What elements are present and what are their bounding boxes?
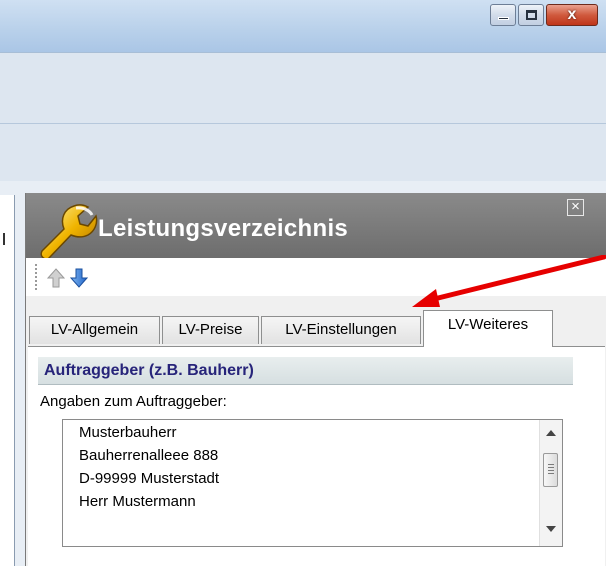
textarea-line: Bauherrenalleee 888 bbox=[79, 447, 219, 464]
document-cursor-mark bbox=[3, 233, 5, 245]
textarea-scrollbar[interactable] bbox=[539, 420, 562, 546]
toolbar-grip[interactable] bbox=[35, 264, 37, 290]
panel-header: Leistungsverzeichnis × bbox=[26, 193, 606, 259]
textarea-line: D-99999 Musterstadt bbox=[79, 470, 220, 487]
arrow-up-icon[interactable] bbox=[46, 267, 66, 289]
panel-close-button[interactable]: × bbox=[567, 199, 584, 216]
document-edge bbox=[0, 195, 15, 566]
window-titlebar: x bbox=[0, 0, 606, 52]
leistungsverzeichnis-panel: Leistungsverzeichnis × LV-Allgemein LV-P… bbox=[25, 193, 606, 567]
textarea-line: Musterbauherr bbox=[79, 424, 177, 441]
panel-title: Leistungsverzeichnis bbox=[98, 215, 349, 242]
group-header-auftraggeber: Auftraggeber (z.B. Bauherr) bbox=[38, 357, 573, 385]
scroll-down-arrow-icon[interactable] bbox=[546, 526, 556, 532]
ribbon-divider bbox=[0, 123, 606, 124]
close-window-button[interactable]: x bbox=[546, 4, 598, 26]
arrow-down-icon[interactable] bbox=[69, 267, 89, 289]
field-label-auftraggeber: Angaben zum Auftraggeber: bbox=[40, 393, 227, 410]
tab-content-lv-weiteres: Auftraggeber (z.B. Bauherr) Angaben zum … bbox=[28, 346, 605, 567]
annotation-arrow-icon bbox=[412, 255, 606, 307]
tab-lv-allgemein[interactable]: LV-Allgemein bbox=[29, 316, 160, 344]
ribbon-area bbox=[0, 52, 606, 181]
caption-buttons: x bbox=[488, 4, 598, 30]
auftraggeber-textarea[interactable]: Musterbauherr Bauherrenalleee 888 D-9999… bbox=[62, 419, 563, 547]
textarea-line: Herr Mustermann bbox=[79, 493, 196, 510]
thumb-grip-icon bbox=[548, 464, 554, 475]
close-icon: x bbox=[567, 6, 577, 23]
maximize-button[interactable] bbox=[518, 4, 544, 26]
wrench-icon bbox=[40, 204, 98, 259]
scroll-thumb[interactable] bbox=[543, 453, 558, 487]
tab-lv-preise[interactable]: LV-Preise bbox=[162, 316, 259, 344]
minimize-button[interactable] bbox=[490, 4, 516, 26]
tab-lv-weiteres[interactable]: LV-Weiteres bbox=[423, 310, 553, 347]
scroll-up-arrow-icon[interactable] bbox=[546, 430, 556, 436]
tab-lv-einstellungen[interactable]: LV-Einstellungen bbox=[261, 316, 421, 344]
